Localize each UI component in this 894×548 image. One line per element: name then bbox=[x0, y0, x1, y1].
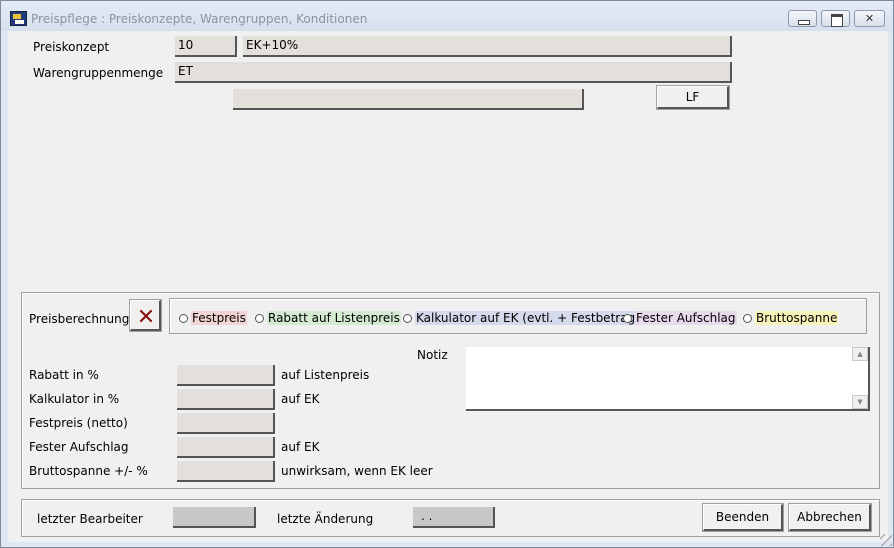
notiz-label: Notiz bbox=[417, 348, 448, 362]
close-x-icon bbox=[139, 309, 153, 323]
festpreis-netto-field[interactable] bbox=[177, 413, 275, 434]
title-bar[interactable]: Preispflege : Preiskonzepte, Warengruppe… bbox=[1, 1, 893, 31]
radio-button-icon[interactable] bbox=[403, 314, 412, 323]
letzter-bearbeiter-label: letzter Bearbeiter bbox=[37, 512, 143, 526]
scroll-up-arrow-icon[interactable]: ▲ bbox=[852, 347, 868, 361]
radio-label: Fester Aufschlag bbox=[635, 311, 737, 325]
letzte-aenderung-field: . . bbox=[413, 507, 495, 528]
radio-bruttospanne[interactable]: Bruttospanne bbox=[743, 311, 839, 325]
kalkulator-prozent-label: Kalkulator in % bbox=[29, 392, 120, 406]
beenden-button[interactable]: Beenden bbox=[702, 503, 784, 532]
warengruppe-extra-field[interactable] bbox=[233, 89, 584, 110]
scroll-down-arrow-icon[interactable]: ▼ bbox=[852, 395, 868, 409]
rabatt-prozent-suffix: auf Listenpreis bbox=[281, 368, 370, 382]
rabatt-prozent-label: Rabatt in % bbox=[29, 368, 99, 382]
radio-button-icon[interactable] bbox=[623, 314, 632, 323]
abbrechen-button[interactable]: Abbrechen bbox=[788, 503, 872, 532]
radio-button-icon[interactable] bbox=[743, 314, 752, 323]
preiskonzept-code-field[interactable]: 10 bbox=[175, 36, 237, 57]
bruttospanne-suffix: unwirksam, wenn EK leer bbox=[281, 464, 433, 478]
rabatt-prozent-field[interactable] bbox=[177, 365, 275, 386]
lf-button[interactable]: LF bbox=[656, 85, 730, 110]
clear-preisberechnung-button[interactable] bbox=[129, 299, 162, 332]
app-icon[interactable] bbox=[10, 11, 27, 26]
festpreis-netto-label: Festpreis (netto) bbox=[29, 416, 128, 430]
preisberechnung-panel: Preisberechnung Festpreis Rabatt auf Lis… bbox=[21, 292, 880, 489]
app-window: Preispflege : Preiskonzepte, Warengruppe… bbox=[0, 0, 894, 548]
letzter-bearbeiter-field bbox=[173, 507, 256, 528]
preisberechnung-label: Preisberechnung bbox=[29, 312, 130, 326]
radio-label: Bruttospanne bbox=[755, 311, 839, 325]
preiskonzept-label: Preiskonzept bbox=[33, 40, 110, 54]
window-title: Preispflege : Preiskonzepte, Warengruppe… bbox=[31, 12, 368, 26]
bruttospanne-label: Bruttospanne +/- % bbox=[29, 464, 148, 478]
window-client-area: Preiskonzept 10 EK+10% Warengruppenmenge… bbox=[8, 31, 888, 542]
radio-label: Kalkulator auf EK (evtl. + Festbetrag) bbox=[415, 311, 641, 325]
radio-button-icon[interactable] bbox=[255, 314, 264, 323]
radio-kalkulator-ek[interactable]: Kalkulator auf EK (evtl. + Festbetrag) bbox=[403, 311, 641, 325]
minimize-button[interactable] bbox=[788, 10, 817, 27]
fester-aufschlag-suffix: auf EK bbox=[281, 440, 320, 454]
notiz-textarea[interactable]: ▲ ▼ bbox=[466, 347, 870, 411]
warengruppenmenge-field[interactable]: ET bbox=[175, 62, 732, 83]
radio-label: Festpreis bbox=[191, 311, 247, 325]
radio-festpreis[interactable]: Festpreis bbox=[179, 311, 247, 325]
radio-rabatt-listenpreis[interactable]: Rabatt auf Listenpreis bbox=[255, 311, 401, 325]
close-window-button[interactable] bbox=[854, 10, 885, 27]
bruttospanne-field[interactable] bbox=[177, 461, 275, 482]
fester-aufschlag-field[interactable] bbox=[177, 437, 275, 458]
preisberechnung-radio-group: Festpreis Rabatt auf Listenpreis Kalkula… bbox=[169, 298, 867, 334]
radio-button-icon[interactable] bbox=[179, 314, 188, 323]
warengruppenmenge-label: Warengruppenmenge bbox=[33, 66, 164, 80]
preiskonzept-name-field[interactable]: EK+10% bbox=[243, 36, 732, 57]
radio-fester-aufschlag[interactable]: Fester Aufschlag bbox=[623, 311, 737, 325]
fester-aufschlag-label: Fester Aufschlag bbox=[29, 440, 129, 454]
resize-grip-icon[interactable] bbox=[880, 534, 892, 546]
kalkulator-prozent-suffix: auf EK bbox=[281, 392, 320, 406]
kalkulator-prozent-field[interactable] bbox=[177, 389, 275, 410]
radio-label: Rabatt auf Listenpreis bbox=[267, 311, 401, 325]
letzte-aenderung-label: letzte Änderung bbox=[277, 512, 374, 526]
maximize-button[interactable] bbox=[821, 10, 850, 27]
footer-panel: letzter Bearbeiter letzte Änderung . . B… bbox=[21, 499, 880, 537]
